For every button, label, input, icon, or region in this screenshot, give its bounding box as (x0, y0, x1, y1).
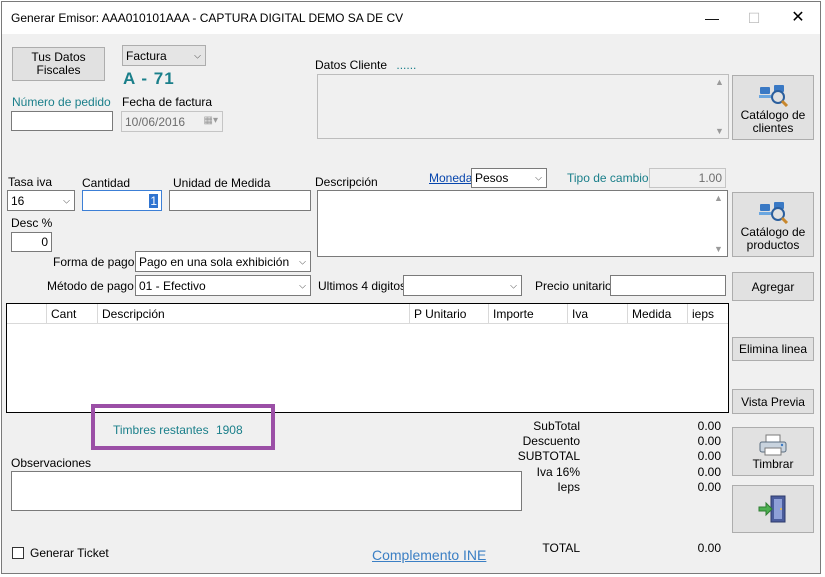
descripcion-textarea[interactable]: ▲ ▼ (317, 190, 728, 257)
description-scrollbar[interactable]: ▲ ▼ (711, 191, 727, 256)
timbrar-label: Timbrar (752, 456, 794, 471)
minimize-button[interactable]: — (692, 6, 732, 30)
scroll-up-icon[interactable]: ▲ (714, 193, 723, 203)
numero-pedido-input[interactable] (11, 111, 113, 131)
ieps-value: 0.00 (697, 480, 721, 494)
timbres-restantes-label: Timbres restantes 1908 (113, 423, 243, 437)
exit-button[interactable] (732, 485, 814, 533)
datos-cliente-textarea[interactable]: ▲ ▼ (317, 74, 729, 139)
cantidad-label: Cantidad (82, 176, 131, 190)
precio-unitario-input[interactable] (610, 275, 726, 296)
grid-col-iva[interactable]: Iva (568, 304, 628, 324)
ultimos-digitos-label: Ultimos 4 digitos (318, 279, 407, 293)
catalogo-productos-label: Catálogo de productos (740, 224, 806, 252)
cantidad-value: 1 (149, 193, 158, 208)
calendar-icon[interactable]: ▦▾ (204, 115, 218, 126)
folio-label: A - 71 (123, 69, 175, 88)
moneda-value: Pesos (475, 171, 509, 185)
tasa-iva-select[interactable]: 16 ⌵ (7, 190, 75, 211)
chevron-down-icon: ⌵ (194, 50, 201, 60)
tipo-cambio-input[interactable]: 1.00 (649, 168, 726, 188)
grid-row-header (7, 304, 47, 324)
grid-col-cant[interactable]: Cant (47, 304, 98, 324)
catalogo-productos-button[interactable]: Catálogo de productos (732, 192, 814, 257)
catalogo-clientes-label: Catálogo de clientes (740, 107, 806, 135)
products-catalog-icon (759, 201, 789, 224)
desc-input[interactable]: 0 (11, 232, 52, 252)
grid-col-descripcion[interactable]: Descripción (98, 304, 410, 324)
forma-pago-value: Pago en una sola exhibición (139, 254, 290, 269)
datos-cliente-label: Datos Cliente ...... (315, 58, 417, 72)
vista-previa-button[interactable]: Vista Previa (732, 389, 814, 414)
doc-type-value: Factura (126, 48, 167, 63)
unidad-medida-label: Unidad de Medida (173, 176, 271, 190)
invoice-window: Generar Emisor: AAA010101AAA - CAPTURA D… (1, 1, 821, 574)
window-title: Generar Emisor: AAA010101AAA - CAPTURA D… (11, 11, 404, 25)
catalogo-clientes-button[interactable]: Catálogo de clientes (732, 75, 814, 140)
subtotal-caps-value: 0.00 (697, 449, 721, 463)
iva-value: 0.00 (697, 465, 721, 479)
grid-col-medida[interactable]: Medida (628, 304, 688, 324)
forma-pago-label: Forma de pago (53, 255, 135, 269)
precio-unitario-label: Precio unitario (535, 279, 612, 293)
chevron-down-icon: ⌵ (299, 256, 306, 266)
tasa-iva-value: 16 (11, 193, 25, 208)
iva-label: Iva 16% (536, 465, 580, 479)
ultimos-digitos-select[interactable]: ⌵ (403, 275, 522, 296)
subtotal-caps-label: SUBTOTAL (517, 449, 580, 463)
items-grid[interactable]: Cant Descripción P Unitario Importe Iva … (6, 303, 729, 413)
chevron-down-icon: ⌵ (299, 280, 306, 290)
chevron-down-icon: ⌵ (535, 172, 542, 183)
chevron-down-icon: ⌵ (510, 280, 517, 290)
title-bar: Generar Emisor: AAA010101AAA - CAPTURA D… (2, 2, 820, 34)
total-value: 0.00 (697, 541, 721, 555)
descuento-value: 0.00 (697, 434, 721, 448)
fecha-factura-label: Fecha de factura (122, 95, 213, 109)
grid-col-importe[interactable]: Importe (489, 304, 568, 324)
numero-pedido-label: Número de pedido (12, 95, 111, 109)
unidad-medida-input[interactable] (169, 190, 311, 211)
maximize-button[interactable]: ☐ (734, 6, 774, 30)
timbrar-button[interactable]: Timbrar (732, 427, 814, 476)
moneda-select[interactable]: Pesos ⌵ (471, 168, 547, 188)
tipo-cambio-label: Tipo de cambio (567, 171, 649, 185)
descuento-label: Descuento (522, 434, 580, 448)
grid-col-ieps[interactable]: ieps (688, 304, 728, 324)
grid-col-p-unitario[interactable]: P Unitario (410, 304, 489, 324)
observaciones-textarea[interactable] (11, 471, 522, 511)
metodo-pago-select[interactable]: 01 - Efectivo ⌵ (135, 275, 311, 296)
tus-datos-fiscales-button[interactable]: Tus Datos Fiscales (12, 47, 105, 81)
subtotal-label: SubTotal (533, 419, 580, 433)
fecha-factura-input[interactable]: 10/06/2016 ▦▾ (121, 111, 223, 132)
scroll-up-icon[interactable]: ▲ (715, 77, 724, 87)
timbres-restantes-value: 1908 (215, 423, 243, 437)
observaciones-label: Observaciones (11, 456, 92, 470)
generar-ticket-checkbox[interactable] (12, 547, 24, 559)
clients-catalog-icon (759, 84, 789, 107)
metodo-pago-value: 01 - Efectivo (139, 278, 206, 293)
tasa-iva-label: Tasa iva (8, 175, 53, 189)
subtotal-value: 0.00 (697, 419, 721, 433)
generar-ticket-label: Generar Ticket (30, 546, 109, 560)
moneda-link[interactable]: Moneda (429, 171, 472, 185)
chevron-down-icon: ⌵ (63, 195, 70, 205)
ieps-label: Ieps (557, 480, 580, 494)
close-button[interactable]: ✕ (778, 6, 818, 30)
scroll-down-icon[interactable]: ▼ (714, 244, 723, 254)
printer-icon (759, 434, 787, 455)
forma-pago-select[interactable]: Pago en una sola exhibición ⌵ (135, 251, 311, 272)
fecha-factura-value: 10/06/2016 (125, 114, 186, 129)
agregar-button[interactable]: Agregar (732, 272, 814, 301)
total-label: TOTAL (542, 541, 580, 555)
descripcion-label: Descripción (315, 175, 378, 189)
elimina-linea-button[interactable]: Elimina linea (732, 337, 814, 361)
datos-cliente-dots: ...... (396, 58, 417, 72)
metodo-pago-label: Método de pago (47, 279, 134, 293)
doc-type-select[interactable]: Factura ⌵ (122, 45, 206, 66)
desc-label: Desc % (11, 216, 53, 230)
exit-door-icon (758, 495, 786, 523)
cantidad-input[interactable]: 1 (82, 190, 162, 211)
scroll-down-icon[interactable]: ▼ (715, 126, 724, 136)
client-scrollbar[interactable]: ▲ ▼ (712, 75, 728, 138)
